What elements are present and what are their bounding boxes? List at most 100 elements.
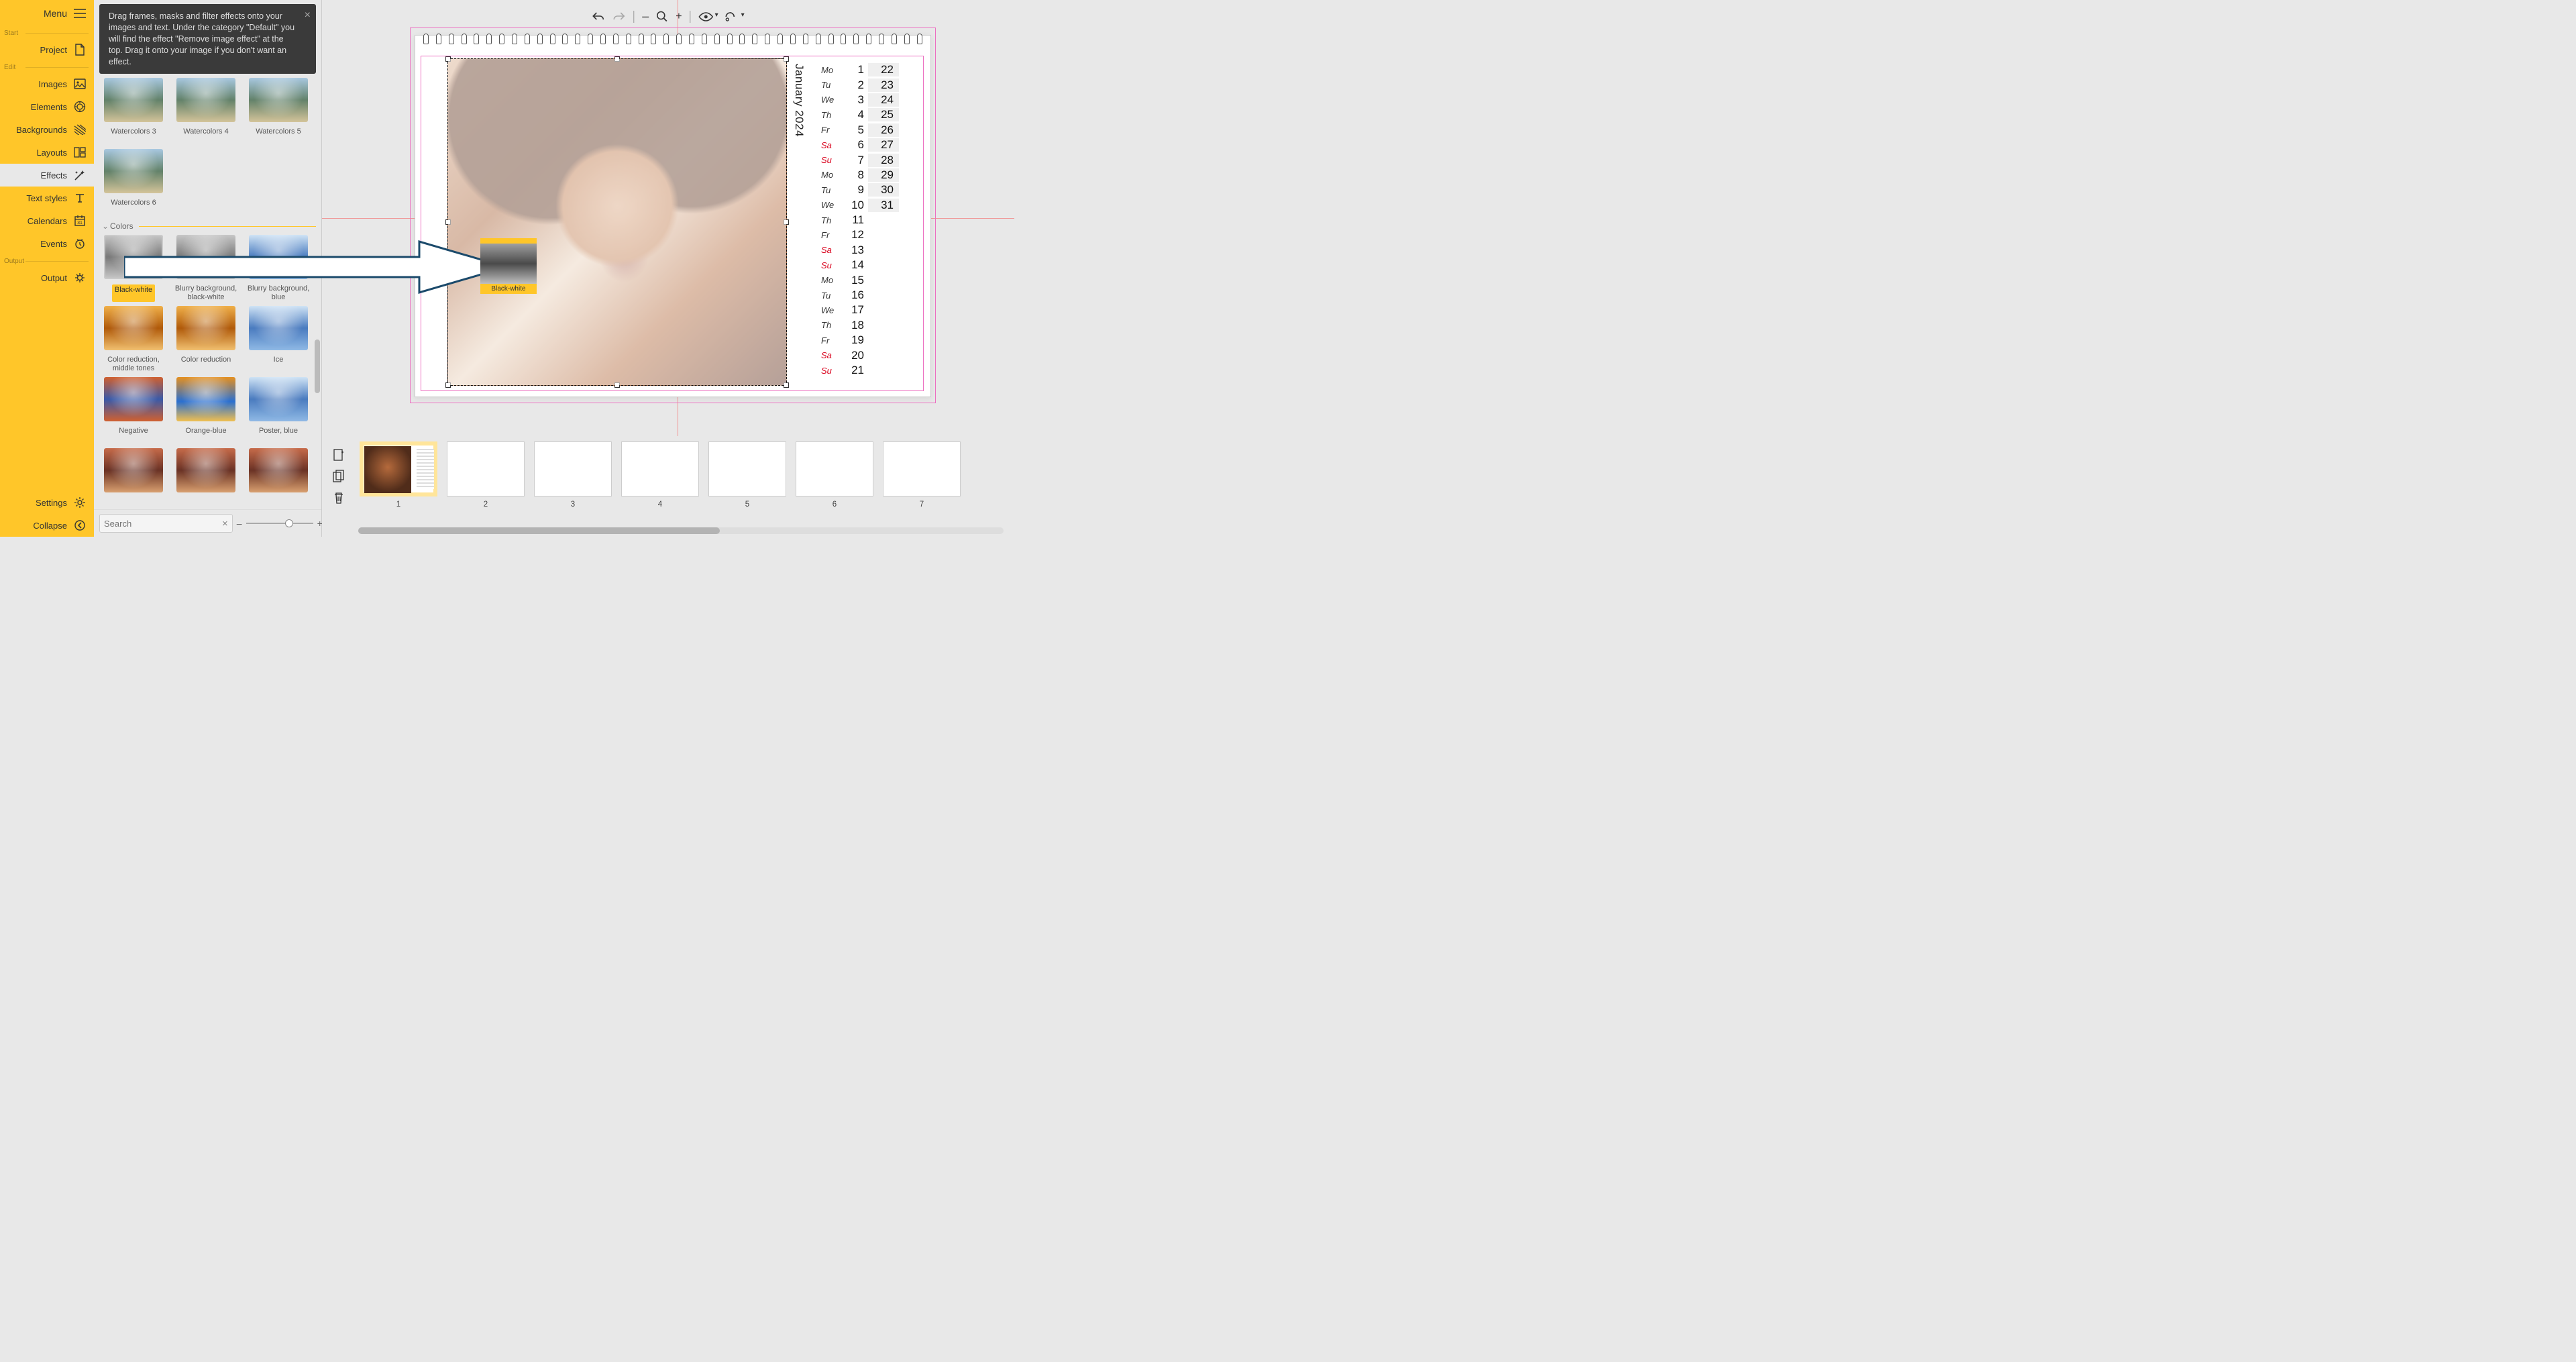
nav-images[interactable]: Images (0, 72, 94, 95)
page-thumb-6[interactable]: 6 (796, 441, 873, 537)
zoom-in-canvas[interactable]: + (676, 11, 682, 23)
duplicate-page-button[interactable] (333, 470, 345, 483)
effect-color-reduction[interactable]: Color reduction (172, 306, 240, 373)
effect-watercolors-3[interactable]: Watercolors 3 (99, 78, 168, 145)
day-row: Tu223 (821, 77, 922, 92)
link-button[interactable]: ▾ (725, 11, 745, 22)
page-thumbnail (621, 441, 699, 496)
effect-watercolors-6[interactable]: Watercolors 6 (99, 149, 168, 216)
effect-extra-1[interactable] (99, 448, 168, 509)
nav-settings[interactable]: Settings (0, 491, 94, 514)
section-output: Output (0, 255, 94, 266)
effect-negative[interactable]: Negative (99, 377, 168, 444)
effect-preview (104, 377, 163, 421)
undo-button[interactable] (592, 11, 605, 22)
page-number: 1 (396, 501, 400, 509)
nav-calendars[interactable]: Calendars31 (0, 209, 94, 232)
effect-preview (176, 235, 235, 279)
effect-watercolors-5[interactable]: Watercolors 5 (244, 78, 313, 145)
menu-button[interactable]: Menu (0, 0, 94, 27)
search-box[interactable]: × (99, 514, 233, 533)
nav-events[interactable]: Events (0, 232, 94, 255)
effect-blurry-blue[interactable]: Blurry background, blue (244, 235, 313, 302)
day-of-week: Sa (821, 245, 844, 255)
scrollbar-thumb[interactable] (315, 339, 320, 393)
canvas-toolbar: – + ▾ ▾ (592, 9, 744, 23)
image-icon (74, 78, 86, 90)
redo-button[interactable] (612, 11, 625, 22)
canvas-area[interactable]: – + ▾ ▾ January 2024 Mo122Tu223We324Th42… (322, 0, 1014, 436)
close-icon[interactable]: × (305, 8, 311, 23)
day-number: 1 (844, 63, 868, 76)
nav-collapse[interactable]: Collapse (0, 514, 94, 537)
clear-icon[interactable]: × (222, 518, 228, 529)
delete-page-button[interactable] (333, 491, 345, 505)
page-thumb-1[interactable]: 1 (360, 441, 437, 537)
day-number: 21 (844, 364, 868, 377)
zoom-fit-button[interactable] (655, 10, 669, 23)
day-row: Mo122 (821, 62, 922, 77)
resize-handle[interactable] (784, 56, 789, 62)
effect-black-white[interactable]: Black-white (99, 235, 168, 302)
page-thumbnail (360, 441, 437, 496)
zoom-out-button[interactable]: – (237, 518, 242, 529)
add-page-button[interactable] (333, 448, 345, 462)
day-number: 18 (844, 319, 868, 332)
elements-icon (74, 101, 86, 113)
nav-output[interactable]: Output (0, 266, 94, 289)
effect-extra-2[interactable] (172, 448, 240, 509)
day-number: 12 (844, 228, 868, 242)
page-thumbnail (447, 441, 525, 496)
day-number: 3 (844, 93, 868, 107)
nav-layouts[interactable]: Layouts (0, 141, 94, 164)
day-of-week: Mo (821, 170, 844, 180)
calendar-page[interactable]: January 2024 Mo122Tu223We324Th425Fr526Sa… (415, 35, 931, 397)
day-row: Su728 (821, 152, 922, 167)
calendar-icon: 31 (74, 215, 86, 227)
day-row: Th18 (821, 318, 922, 333)
day-row: Mo15 (821, 272, 922, 287)
resize-handle[interactable] (445, 219, 451, 225)
page-list[interactable]: 1 234567 (356, 436, 1014, 537)
effect-poster-blue[interactable]: Poster, blue (244, 377, 313, 444)
resize-handle[interactable] (784, 219, 789, 225)
resize-handle[interactable] (784, 382, 789, 388)
day-of-week: We (821, 200, 844, 210)
day-of-week: Tu (821, 291, 844, 301)
effects-scroll[interactable]: Watercolors 3 Watercolors 4 Watercolors … (94, 78, 321, 509)
nav-text-styles[interactable]: Text styles (0, 187, 94, 209)
resize-handle[interactable] (445, 382, 451, 388)
zoom-out-canvas[interactable]: – (642, 9, 649, 23)
slider-knob[interactable] (285, 519, 293, 527)
search-input[interactable] (104, 519, 222, 529)
page-thumb-3[interactable]: 3 (534, 441, 612, 537)
effect-watercolors-4[interactable]: Watercolors 4 (172, 78, 240, 145)
resize-handle[interactable] (445, 56, 451, 62)
effect-extra-3[interactable] (244, 448, 313, 509)
nav-project[interactable]: Project (0, 38, 94, 61)
scrollbar-thumb[interactable] (358, 527, 720, 534)
effect-color-reduction-mid[interactable]: Color reduction, middle tones (99, 306, 168, 373)
day-number: 22 (868, 63, 899, 76)
effect-orange-blue[interactable]: Orange-blue (172, 377, 240, 444)
page-thumb-5[interactable]: 5 (708, 441, 786, 537)
page-strip: 1 234567 (322, 436, 1014, 537)
nav-elements[interactable]: Elements (0, 95, 94, 118)
day-number: 17 (844, 303, 868, 317)
view-button[interactable]: ▾ (699, 11, 718, 22)
effect-blurry-bw[interactable]: Blurry background, black-white (172, 235, 240, 302)
zoom-slider[interactable] (246, 523, 313, 524)
page-thumb-2[interactable]: 2 (447, 441, 525, 537)
nav-effects[interactable]: Effects (0, 164, 94, 187)
nav-backgrounds[interactable]: Backgrounds (0, 118, 94, 141)
resize-handle[interactable] (614, 56, 620, 62)
photo-frame-selected[interactable] (447, 58, 787, 386)
chevron-down-icon: ⌄ (101, 221, 110, 231)
page-thumb-7[interactable]: 7 (883, 441, 961, 537)
resize-handle[interactable] (614, 382, 620, 388)
horizontal-scrollbar[interactable] (358, 527, 1004, 534)
day-of-week: We (821, 305, 844, 315)
effect-ice[interactable]: Ice (244, 306, 313, 373)
category-colors[interactable]: ⌄Colors (101, 221, 316, 231)
page-thumb-4[interactable]: 4 (621, 441, 699, 537)
